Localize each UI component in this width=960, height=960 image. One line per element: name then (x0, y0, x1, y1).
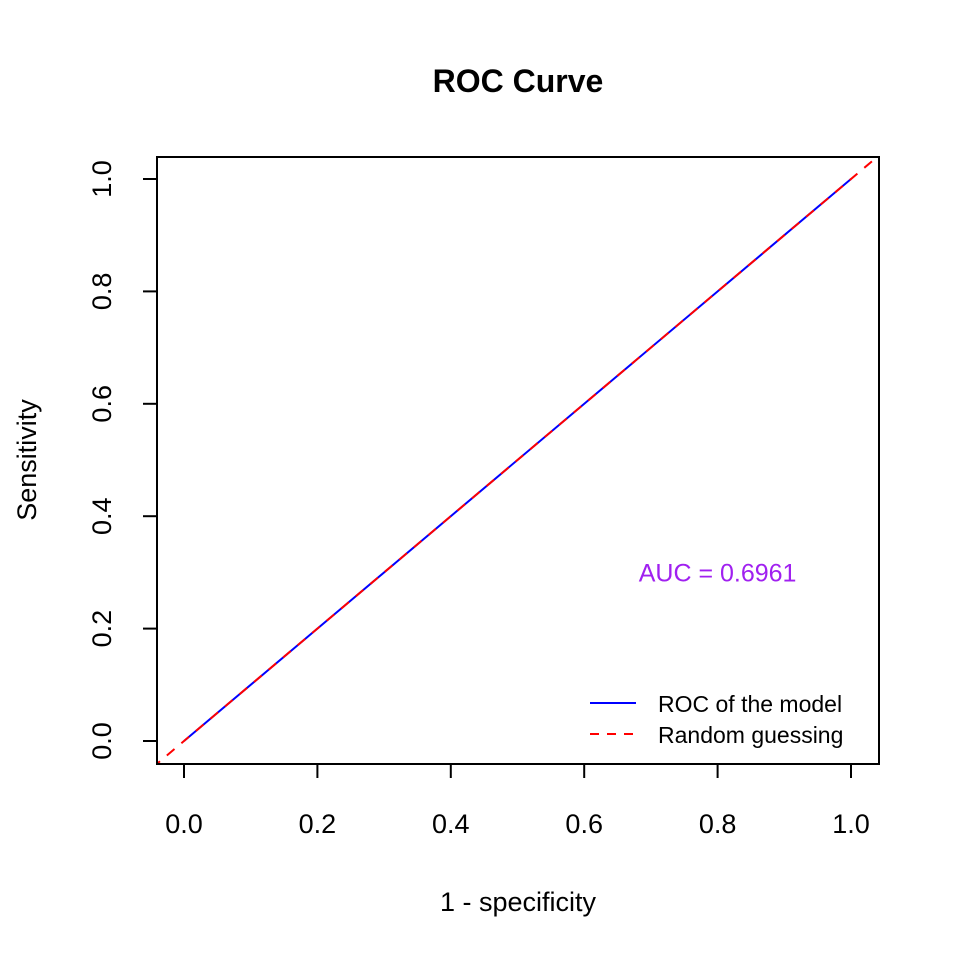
x-axis-label: 1 - specificity (440, 887, 597, 917)
y-tick-label: 0.6 (87, 385, 117, 423)
auc-annotation: AUC = 0.6961 (639, 559, 797, 587)
legend: ROC of the model Random guessing (590, 691, 843, 748)
y-axis: 0.0 0.2 0.4 0.6 0.8 1.0 (87, 160, 157, 760)
y-tick-label: 0.0 (87, 722, 117, 760)
x-tick-label: 0.4 (432, 809, 470, 839)
legend-entry-label: ROC of the model (658, 691, 842, 717)
y-tick-label: 1.0 (87, 160, 117, 198)
y-tick-label: 0.4 (87, 497, 117, 535)
y-axis-label: Sensitivity (12, 399, 42, 521)
x-tick-label: 0.0 (165, 809, 203, 839)
chart-title: ROC Curve (433, 63, 604, 99)
y-tick-label: 0.2 (87, 610, 117, 648)
y-tick-label: 0.8 (87, 273, 117, 311)
legend-entry-label: Random guessing (658, 722, 843, 748)
roc-chart: ROC Curve 1 - specificity Sensitivity 0.… (12, 63, 880, 917)
x-tick-label: 0.8 (699, 809, 737, 839)
x-axis: 0.0 0.2 0.4 0.6 0.8 1.0 (165, 764, 870, 839)
annotations: AUC = 0.6961 (639, 559, 797, 587)
x-tick-label: 1.0 (832, 809, 870, 839)
x-tick-label: 0.6 (565, 809, 603, 839)
x-tick-label: 0.2 (299, 809, 337, 839)
